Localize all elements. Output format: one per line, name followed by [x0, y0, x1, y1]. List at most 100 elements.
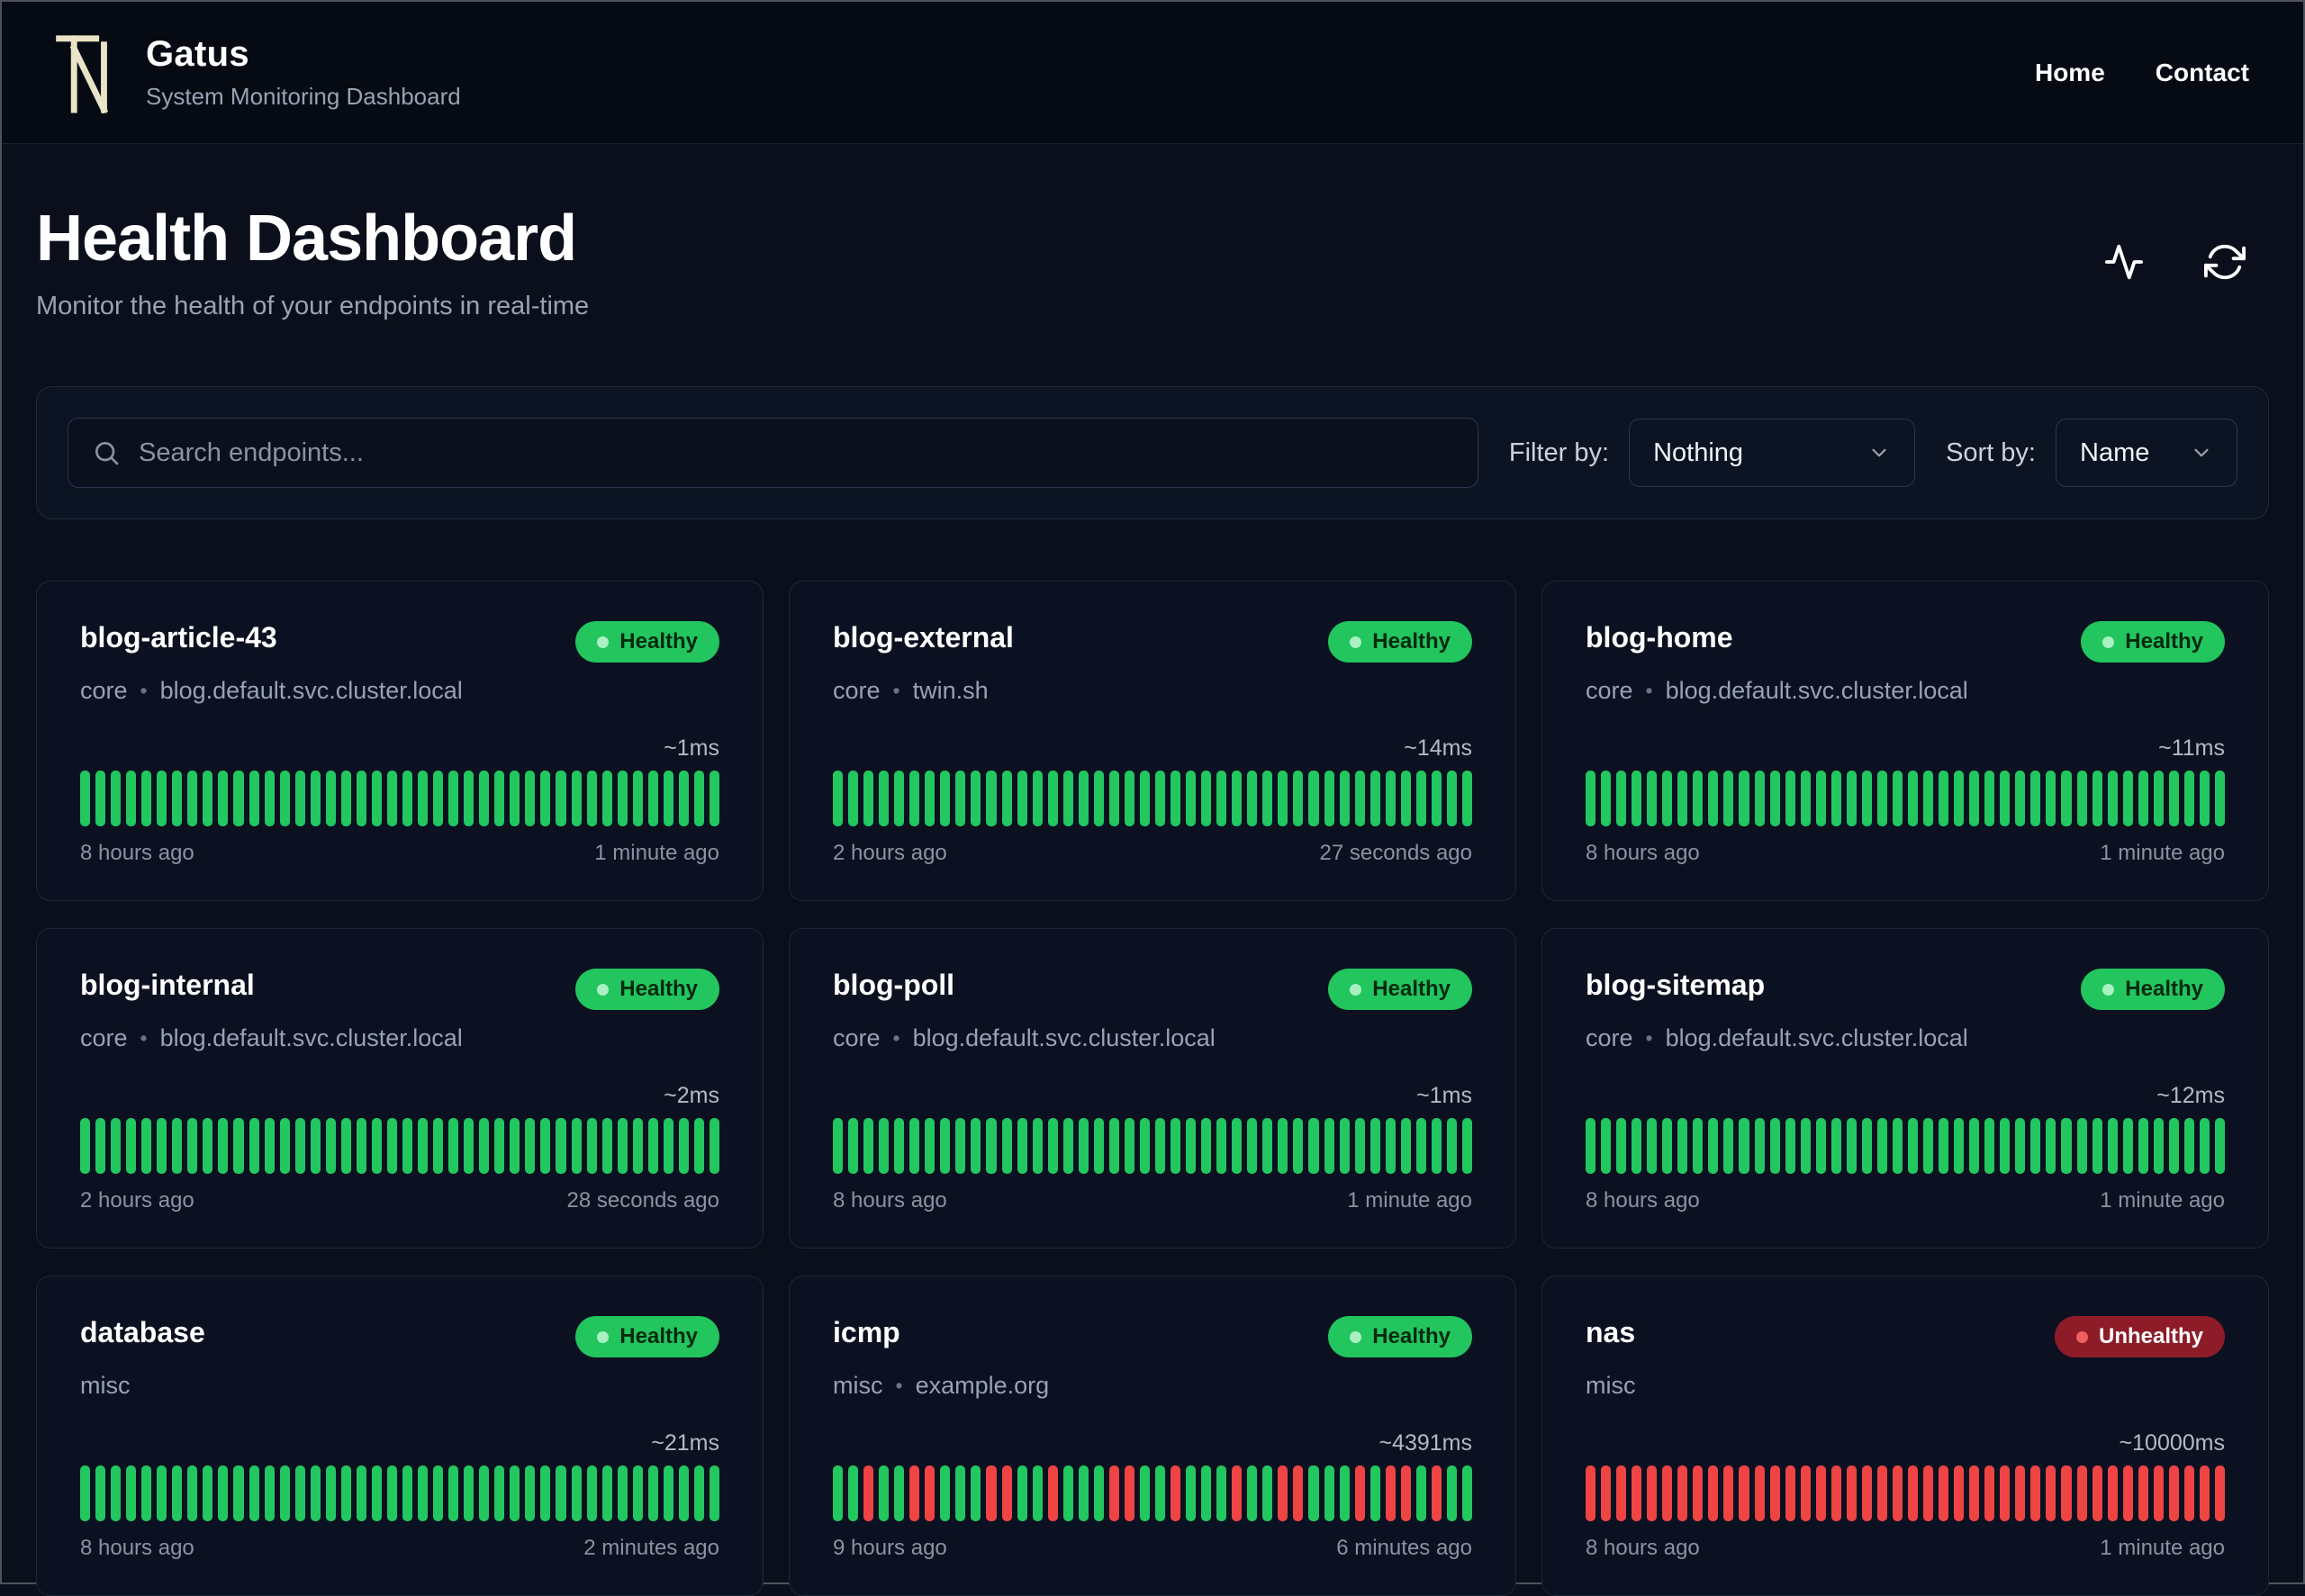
uptime-bar: [678, 1118, 689, 1174]
endpoint-card[interactable]: blog-internal Healthy core • blog.defaul…: [36, 928, 764, 1249]
uptime-bar: [2015, 1465, 2026, 1521]
endpoint-host: blog.default.svc.cluster.local: [1665, 1024, 1968, 1051]
uptime-bar: [340, 1118, 351, 1174]
status-badge: Unhealthy: [2054, 1316, 2225, 1357]
filter-by-label: Filter by:: [1508, 437, 1610, 467]
uptime-bar: [218, 771, 229, 826]
uptime-bar: [1308, 1465, 1319, 1521]
uptime-bar: [1984, 771, 1995, 826]
status-badge: Healthy: [1328, 969, 1472, 1010]
filter-select[interactable]: Nothing: [1629, 419, 1916, 487]
uptime-bar: [1785, 1118, 1795, 1174]
status-label: Unhealthy: [2098, 1324, 2203, 1348]
latency-label: ~4391ms: [1378, 1430, 1472, 1456]
uptime-bar: [540, 1118, 551, 1174]
uptime-bar: [1708, 1465, 1719, 1521]
time-window: 8 hours ago 1 minute ago: [80, 841, 719, 866]
endpoint-card[interactable]: blog-home Healthy core • blog.default.sv…: [1541, 581, 2269, 901]
uptime-bar: [586, 771, 597, 826]
uptime-bar: [1723, 1465, 1734, 1521]
uptime-bar: [2138, 1465, 2148, 1521]
top-bar: Gatus System Monitoring Dashboard Home C…: [2, 2, 2303, 144]
meta-separator: •: [1645, 1026, 1653, 1050]
endpoint-meta: core • blog.default.svc.cluster.local: [1586, 1024, 2225, 1052]
uptime-bar: [1431, 771, 1442, 826]
uptime-bar: [1892, 771, 1903, 826]
uptime-bar: [1446, 1465, 1457, 1521]
uptime-bar: [925, 1465, 936, 1521]
uptime-bar: [218, 1465, 229, 1521]
uptime-bar: [510, 1118, 520, 1174]
uptime-bar: [356, 1465, 366, 1521]
search-icon: [95, 442, 119, 465]
latency-label: ~14ms: [1404, 735, 1472, 761]
uptime-bar: [1017, 1118, 1027, 1174]
uptime-bar: [940, 1118, 951, 1174]
window-start: 8 hours ago: [80, 841, 194, 865]
window-start: 8 hours ago: [833, 1188, 947, 1213]
nav-contact[interactable]: Contact: [2156, 59, 2249, 87]
endpoint-card[interactable]: blog-poll Healthy core • blog.default.sv…: [789, 928, 1516, 1249]
uptime-bar: [1923, 771, 1934, 826]
endpoint-group: misc: [1586, 1372, 1636, 1399]
uptime-bar: [494, 1465, 505, 1521]
latency-label: ~2ms: [664, 1083, 719, 1108]
nav-home[interactable]: Home: [2035, 59, 2105, 87]
endpoint-card[interactable]: blog-sitemap Healthy core • blog.default…: [1541, 928, 2269, 1249]
endpoint-card[interactable]: icmp Healthy misc • example.org ~4391ms …: [789, 1276, 1516, 1596]
uptime-bar: [310, 1465, 321, 1521]
endpoint-card[interactable]: database Healthy misc ~21ms 8 hours ago …: [36, 1276, 764, 1596]
uptime-bar: [1461, 771, 1472, 826]
uptime-bar: [1939, 1465, 1949, 1521]
uptime-bar: [1739, 1465, 1749, 1521]
window-start: 2 hours ago: [80, 1188, 194, 1213]
uptime-bar: [693, 1465, 704, 1521]
status-label: Healthy: [619, 629, 698, 654]
uptime-bar: [632, 771, 643, 826]
window-start: 8 hours ago: [1586, 1188, 1700, 1213]
uptime-bar: [371, 1465, 382, 1521]
uptime-bar: [418, 1465, 429, 1521]
endpoint-card[interactable]: blog-article-43 Healthy core • blog.defa…: [36, 581, 764, 901]
uptime-bar: [1247, 771, 1258, 826]
activity-icon[interactable]: [2103, 241, 2145, 283]
uptime-bar: [2000, 1118, 2011, 1174]
uptime-bar: [371, 771, 382, 826]
refresh-icon[interactable]: [2204, 241, 2246, 283]
uptime-bar: [894, 1118, 905, 1174]
endpoint-group: misc: [80, 1372, 131, 1399]
uptime-bar: [126, 1465, 137, 1521]
endpoint-card[interactable]: nas Unhealthy misc ~10000ms 8 hours ago …: [1541, 1276, 2269, 1596]
search-input[interactable]: [139, 437, 1454, 468]
uptime-bars: [80, 1465, 719, 1521]
uptime-bar: [971, 1118, 981, 1174]
endpoint-group: core: [1586, 677, 1633, 704]
uptime-bar: [1677, 771, 1688, 826]
uptime-bar: [1586, 1118, 1596, 1174]
uptime-bar: [2214, 771, 2225, 826]
endpoint-host: example.org: [915, 1372, 1050, 1399]
status-badge: Healthy: [575, 621, 719, 663]
uptime-bar: [663, 1118, 673, 1174]
search-box[interactable]: [68, 418, 1478, 488]
uptime-bar: [2199, 1465, 2210, 1521]
uptime-bar: [2199, 771, 2210, 826]
endpoint-card[interactable]: blog-external Healthy core • twin.sh ~14…: [789, 581, 1516, 901]
uptime-bar: [2061, 1118, 2072, 1174]
sort-select[interactable]: Name: [2056, 419, 2237, 487]
uptime-bar: [2138, 1118, 2148, 1174]
uptime-bar: [1708, 1118, 1719, 1174]
uptime-bar: [1154, 1465, 1166, 1521]
uptime-bar: [2046, 771, 2056, 826]
uptime-bar: [1969, 1465, 1980, 1521]
endpoint-name: blog-internal: [80, 969, 255, 1001]
uptime-bar: [1800, 1465, 1811, 1521]
meta-separator: •: [895, 1374, 903, 1397]
uptime-bar: [848, 1118, 859, 1174]
uptime-bar: [418, 1118, 429, 1174]
uptime-bar: [264, 1465, 275, 1521]
uptime-bar: [418, 771, 429, 826]
status-label: Healthy: [1372, 977, 1451, 1001]
uptime-bar: [2076, 1118, 2087, 1174]
uptime-bar: [925, 1118, 936, 1174]
